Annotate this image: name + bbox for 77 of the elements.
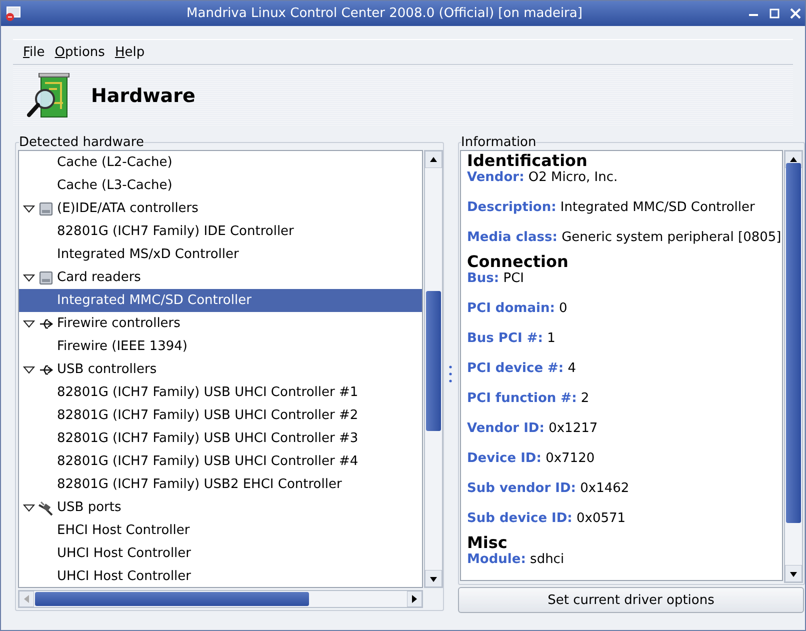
tree-item[interactable]: USB ports [57, 500, 122, 515]
field-label: PCI domain: [467, 301, 555, 316]
tree-item[interactable]: Cache (L3-Cache) [54, 178, 172, 193]
field-value: Integrated MMC/SD Controller [560, 200, 755, 215]
expander-down-icon[interactable] [23, 272, 35, 284]
field-label: Bus PCI #: [467, 331, 543, 346]
section-heading: Connection [467, 252, 570, 271]
vertical-scrollbar[interactable] [784, 150, 803, 583]
tree-item[interactable]: Integrated MS/xD Controller [54, 247, 239, 262]
tree-item[interactable]: 82801G (ICH7 Family) USB UHCI Controller #4 [54, 454, 358, 469]
vertical-scrollbar[interactable] [424, 150, 443, 588]
field-value: sdhci [530, 552, 564, 567]
panel-legend: Detected hardware [19, 135, 144, 150]
tree-item[interactable]: (E)IDE/ATA controllers [57, 201, 198, 216]
scroll-down-icon[interactable] [425, 570, 442, 587]
plug-icon [38, 500, 54, 516]
drive-icon [38, 200, 54, 216]
tree-item[interactable]: UHCI Host Controller [54, 569, 192, 584]
tree-item[interactable]: 82801G (ICH7 Family) USB2 EHCI Controller [54, 477, 342, 492]
tree-item[interactable]: Cache (L2-Cache) [54, 155, 172, 170]
tree-item[interactable]: UHCI Host Controller [54, 546, 192, 561]
field-value: Generic system peripheral [0805] [562, 230, 782, 245]
field-value: 0 [559, 301, 568, 316]
drive-icon [38, 270, 54, 286]
field-value: 0x7120 [546, 451, 595, 466]
menu-item[interactable]: File [21, 44, 47, 60]
tree-item[interactable]: 82801G (ICH7 Family) IDE Controller [54, 224, 294, 239]
tree-item[interactable]: Firewire (IEEE 1394) [54, 339, 188, 354]
field-label: PCI device #: [467, 361, 564, 376]
expander-down-icon[interactable] [23, 502, 35, 514]
field-label: Vendor ID: [467, 421, 544, 436]
driver-options-button[interactable]: Set current driver options [458, 587, 804, 613]
field-label: Description: [467, 200, 556, 215]
field-value: 0x0571 [576, 511, 626, 526]
expander-down-icon[interactable] [23, 364, 35, 376]
tree-item[interactable]: Card readers [57, 270, 141, 285]
app-icon[interactable] [5, 6, 21, 22]
maximize-icon[interactable] [769, 8, 780, 19]
selected-row[interactable]: Integrated MMC/SD Controller [19, 289, 422, 312]
field-value: 4 [568, 361, 576, 376]
field-label: Device ID: [467, 451, 542, 466]
tree-item[interactable]: 82801G (ICH7 Family) USB UHCI Controller #2 [54, 408, 358, 423]
close-icon[interactable] [790, 8, 801, 19]
tree-item[interactable]: USB controllers [57, 362, 157, 377]
field-label: Media class: [467, 230, 558, 245]
magnifier-board-icon [27, 73, 71, 119]
window-title: Mandriva Linux Control Center 2008.0 (Official) [on madeira] [186, 6, 584, 21]
field-value: O2 Micro, Inc. [528, 170, 618, 185]
section-heading: Misc [467, 533, 508, 552]
field-label: Module: [467, 552, 526, 567]
field-label: Sub vendor ID: [467, 481, 576, 496]
field-label: Bus: [467, 271, 500, 286]
pane-handle-icon[interactable] [449, 365, 452, 383]
field-value: 1 [547, 331, 556, 346]
tree-item[interactable]: Firewire controllers [57, 316, 180, 331]
field-label: Vendor: [467, 170, 524, 185]
field-value: 0x1462 [580, 481, 630, 496]
scroll-up-icon[interactable] [425, 151, 442, 168]
scroll-right-icon[interactable] [407, 591, 422, 607]
scroll-down-icon[interactable] [785, 565, 802, 582]
field-value: 0x1217 [548, 421, 598, 436]
menu-item[interactable]: Help [112, 44, 147, 60]
tree-item[interactable]: 82801G (ICH7 Family) USB UHCI Controller #3 [54, 431, 358, 446]
expander-down-icon[interactable] [23, 318, 35, 330]
expander-down-icon[interactable] [23, 202, 35, 214]
section-heading: Identification [467, 151, 588, 170]
tree-item[interactable]: Integrated MMC/SD Controller [54, 293, 252, 308]
horizontal-scrollbar[interactable] [18, 590, 423, 608]
field-value: 2 [580, 391, 590, 406]
tree-item[interactable]: EHCI Host Controller [54, 523, 190, 538]
menu-item[interactable]: Options [52, 44, 107, 60]
page-title: Hardware [91, 85, 196, 107]
panel-legend: Information [461, 135, 536, 150]
field-label: Sub device ID: [467, 511, 572, 526]
field-value: PCI [503, 271, 524, 286]
tree-item[interactable]: 82801G (ICH7 Family) USB UHCI Controller #1 [54, 385, 358, 400]
field-label: PCI function #: [467, 391, 577, 406]
